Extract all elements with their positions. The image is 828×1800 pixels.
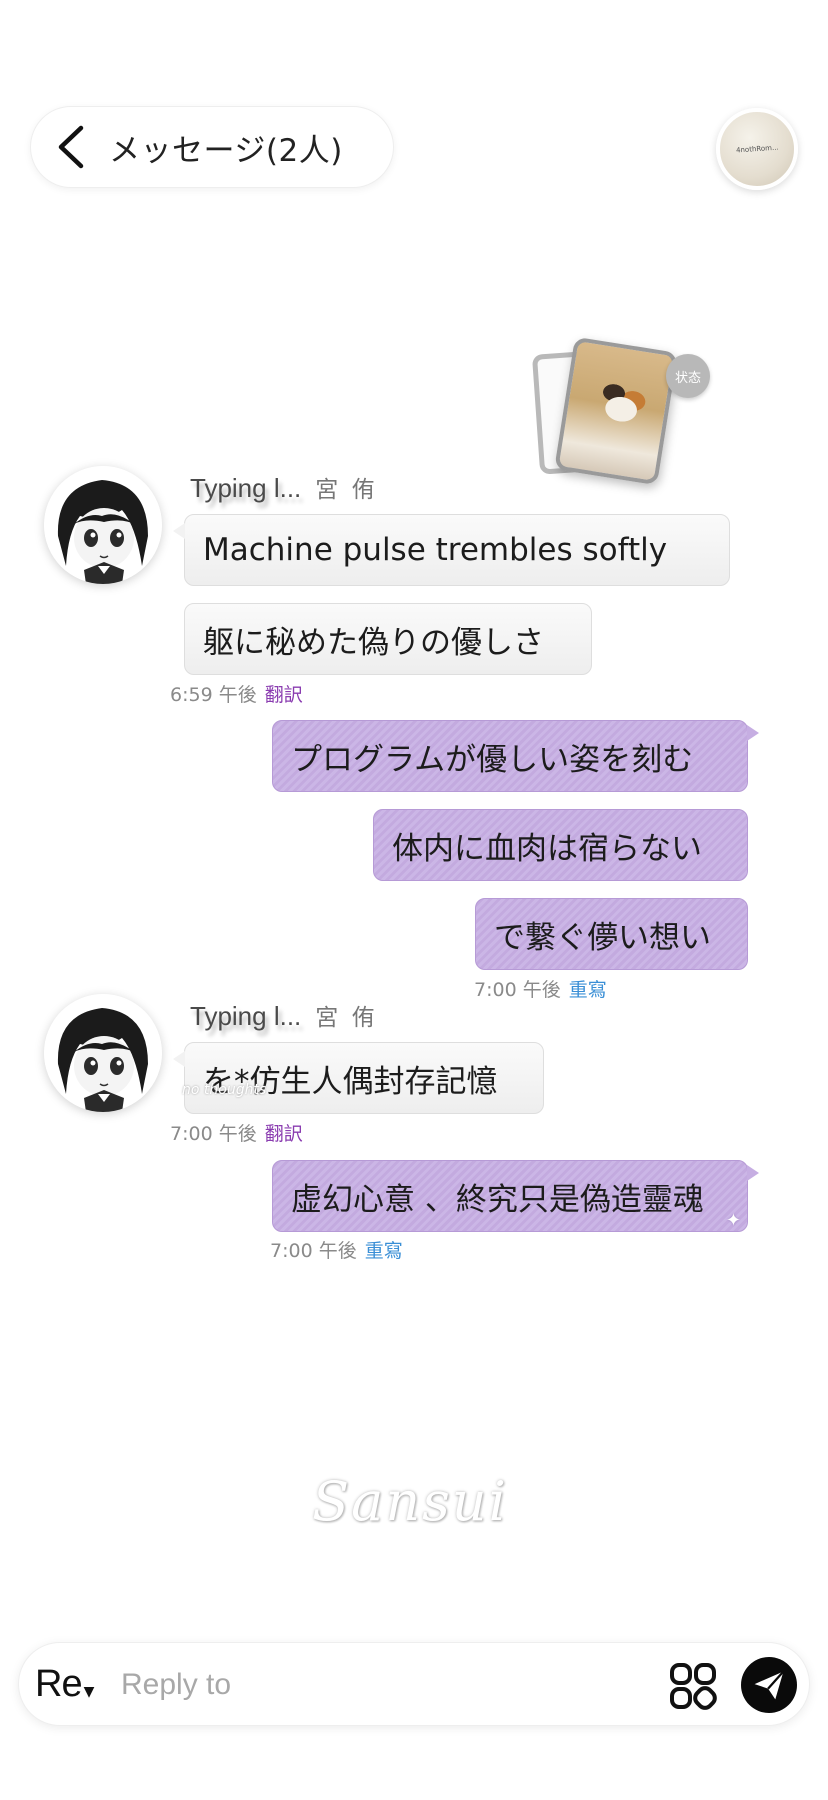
message-text: で繋ぐ儚い想い	[494, 919, 711, 956]
message-text: 体内に血肉は宿らない	[392, 830, 702, 867]
reply-mode-selector[interactable]: Re ▼	[35, 1663, 94, 1706]
profile-avatar[interactable]: 4nothRom...	[716, 108, 798, 190]
header-back-pill[interactable]: メッセージ(2人)	[30, 106, 394, 188]
typing-indicator: Typing l...	[190, 1001, 302, 1031]
sender-name: 宮 侑	[315, 1005, 378, 1031]
caret-down-icon: ▼	[83, 1684, 95, 1700]
grid-icon[interactable]	[669, 1662, 717, 1710]
ghost-caption: no thoughts	[182, 1082, 267, 1098]
bubble-tail	[747, 1165, 759, 1181]
message-text: プログラムが優しい姿を刻む	[291, 741, 694, 778]
message-text: 躯に秘めた偽りの優しさ	[203, 624, 544, 661]
sender-avatar[interactable]	[44, 466, 162, 584]
send-button[interactable]	[741, 1657, 797, 1713]
sender-name: 宮 侑	[315, 477, 378, 503]
header-title: メッセージ(2人)	[109, 132, 343, 169]
outgoing-message-bubble[interactable]: 体内に血肉は宿らない	[373, 809, 748, 881]
bubble-tail	[173, 523, 185, 539]
message-meta: 7:00 午後 重寫	[474, 975, 607, 1002]
reply-composer: Re ▼	[18, 1642, 810, 1726]
rewrite-link[interactable]: 重寫	[365, 1236, 403, 1263]
translate-link[interactable]: 翻訳	[265, 680, 303, 707]
status-badge[interactable]: 状态	[666, 354, 710, 398]
sender-avatar[interactable]	[44, 994, 162, 1112]
paper-plane-icon	[754, 1670, 785, 1700]
chat-screen: メッセージ(2人) 4nothRom... 状态 Typing l... 宮 侑	[0, 0, 828, 1800]
translate-link[interactable]: 翻訳	[265, 1119, 303, 1146]
incoming-message-bubble[interactable]: を*仿生人偶封存記憶	[173, 1042, 544, 1114]
message-time: 7:00 午後	[170, 1123, 257, 1145]
reply-mode-label: Re	[35, 1663, 83, 1705]
typing-indicator: Typing l...	[190, 473, 302, 503]
outgoing-message-bubble[interactable]: で繋ぐ儚い想い	[475, 898, 748, 970]
message-time: 7:00 午後	[270, 1240, 357, 1262]
message-meta: 7:00 午後 重寫	[270, 1236, 403, 1263]
watermark-logo: Sansui	[312, 1470, 508, 1533]
message-meta: 7:00 午後 翻訳	[170, 1119, 303, 1146]
sparkle-icon: ✦	[725, 1210, 741, 1231]
avatar-scribble-text: 4nothRom...	[735, 143, 779, 155]
message-text: 虚幻心意 、終究只是偽造靈魂	[291, 1181, 704, 1218]
incoming-message-bubble[interactable]: 躯に秘めた偽りの優しさ	[184, 603, 592, 675]
anime-girl-avatar-icon	[44, 994, 162, 1112]
reply-input[interactable]	[121, 1661, 641, 1709]
chevron-left-icon[interactable]	[55, 124, 89, 170]
incoming-message-bubble[interactable]: Machine pulse trembles softly	[173, 514, 730, 586]
status-card-stack[interactable]: 状态	[531, 336, 722, 490]
message-text: Machine pulse trembles softly	[203, 532, 668, 568]
bubble-tail	[747, 725, 759, 741]
status-cat-photo[interactable]	[554, 336, 678, 486]
message-meta: 6:59 午後 翻訳	[170, 680, 303, 707]
outgoing-message-bubble[interactable]: プログラムが優しい姿を刻む	[272, 720, 759, 792]
rewrite-link[interactable]: 重寫	[569, 975, 607, 1002]
bubble-tail	[173, 1051, 185, 1067]
outgoing-message-bubble[interactable]: 虚幻心意 、終究只是偽造靈魂 ✦	[272, 1160, 759, 1232]
message-time: 6:59 午後	[170, 684, 257, 706]
sender-name-row: Typing l... 宮 侑	[190, 470, 378, 504]
sender-name-row: Typing l... 宮 侑	[190, 998, 378, 1032]
message-time: 7:00 午後	[474, 979, 561, 1001]
anime-girl-avatar-icon	[44, 466, 162, 584]
